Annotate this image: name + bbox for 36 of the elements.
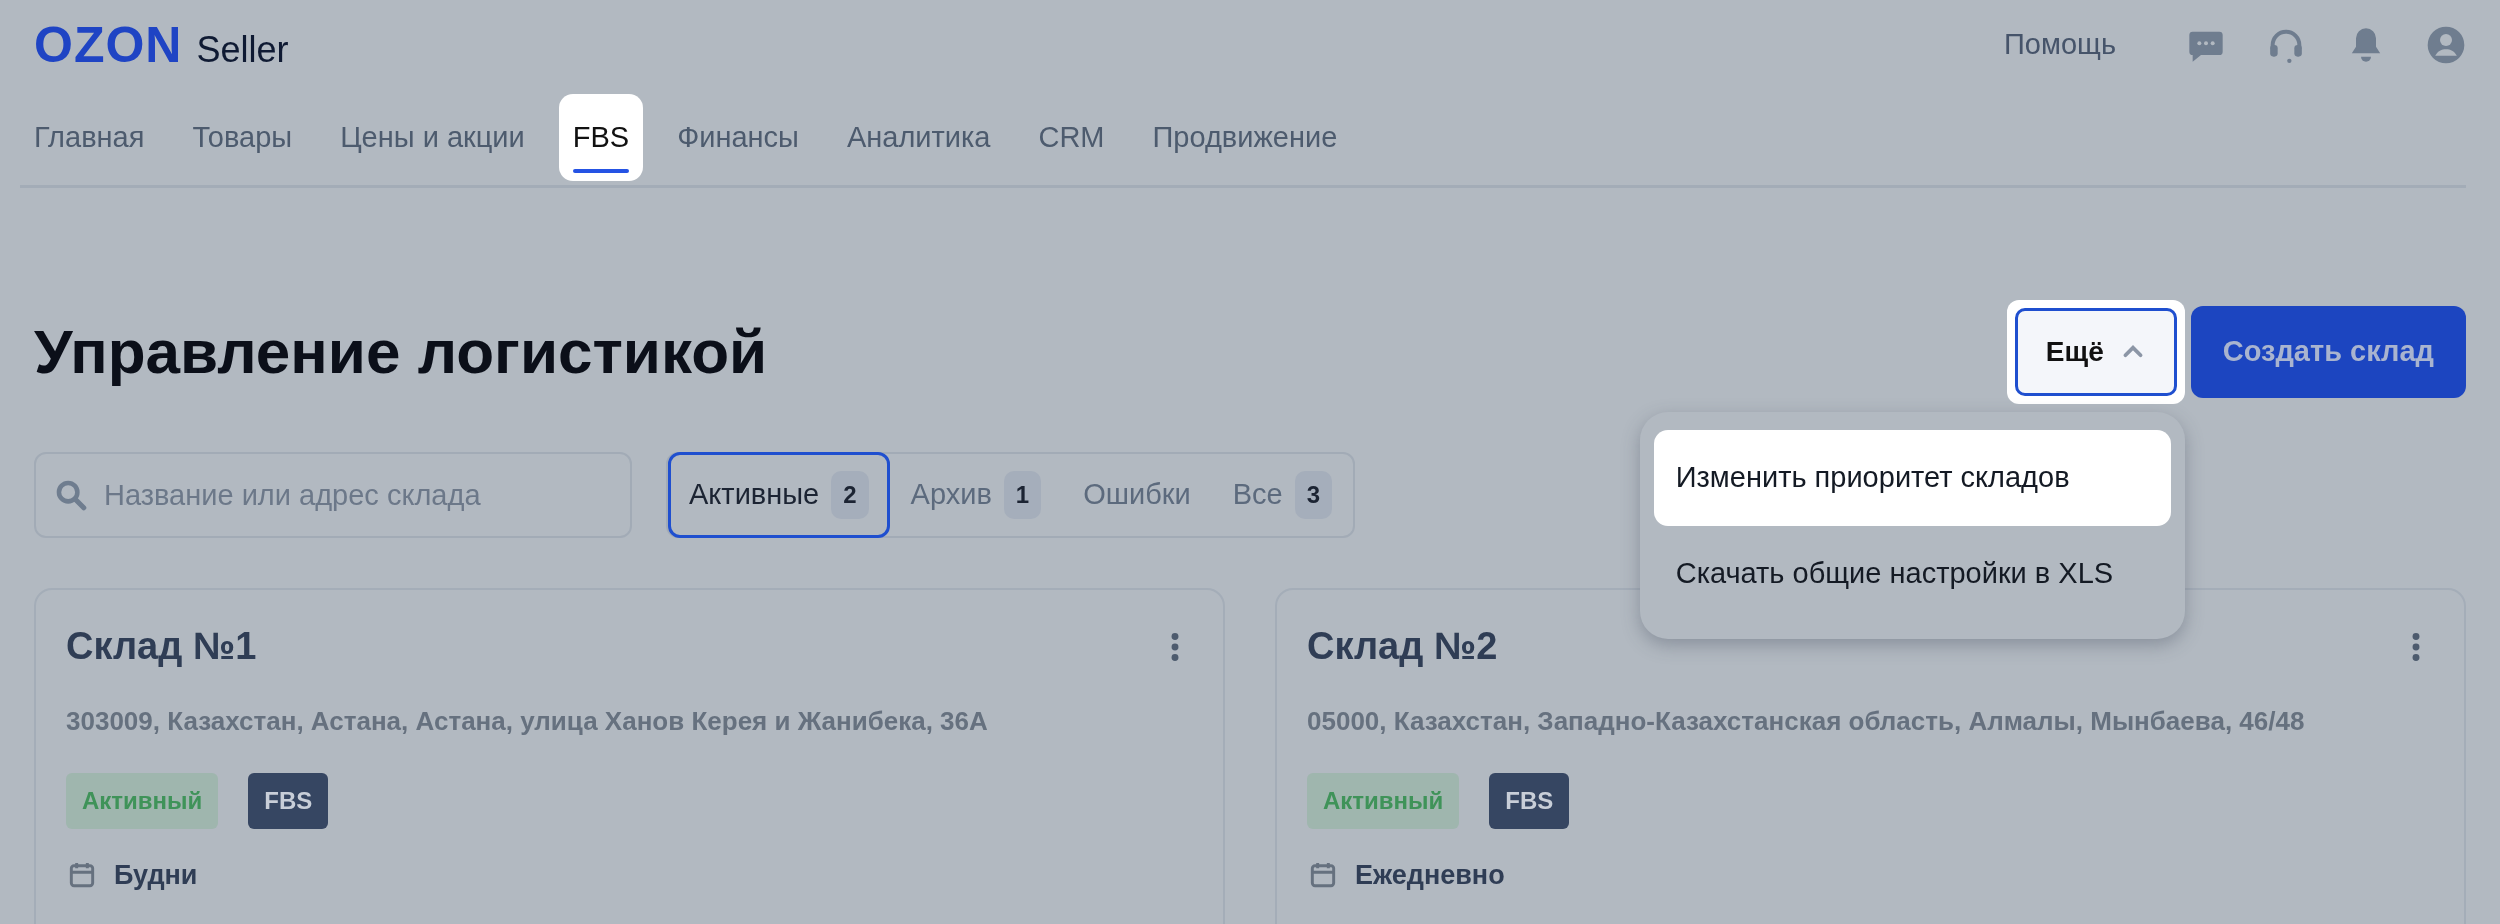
count-badge: 3 [1294,471,1333,519]
nav-tab[interactable]: Цены и акции [326,93,539,182]
logo[interactable]: OZON [34,7,183,83]
menu-item[interactable]: Изменить приоритет складов [1653,430,2171,526]
nav-tab[interactable]: Аналитика [832,93,1005,182]
nav-tab[interactable]: Финансы [663,93,813,182]
type-label: FBS [248,772,329,829]
filter-tab[interactable]: Активные 2 [668,452,890,538]
schedule-text: Будни [114,858,198,892]
count-badge: 2 [831,471,869,519]
menu-item[interactable]: Скачать общие настройки в XLS [1653,525,2171,621]
filter-tab[interactable]: Архив 1 [889,452,1063,538]
create-warehouse-button[interactable]: Создать склад [2190,306,2466,398]
search-field[interactable]: Название или адрес склада [34,452,632,538]
warehouse-name: Склад №1 [66,624,257,669]
schedule-text: Ежедневно [1355,858,1505,892]
page-title: Управление логистикой [34,315,768,388]
filter-tab[interactable]: Все 3 [1211,452,1354,538]
search-icon [54,478,88,512]
nav-tab[interactable]: Товары [178,93,307,182]
nav-tab[interactable]: FBS [558,93,644,182]
warehouse-address: 05000, Казахстан, Западно-Казахстанская область, Алмалы, Мынбаева, 46/48 [1307,704,2306,738]
warehouse-name: Склад №2 [1307,624,1498,669]
type-label: FBS [1489,772,1570,829]
help-link[interactable]: Помощь [2004,23,2116,67]
more-button[interactable]: Ещё [2014,308,2177,396]
count-badge: 1 [1003,471,1042,519]
user-icon[interactable] [2426,25,2466,65]
nav-tab[interactable]: Продвижение [1138,93,1352,182]
status-label: Активный [66,772,219,829]
logo-suffix: Seller [196,27,289,72]
warehouse-address: 303009, Казахстан, Астана, Астана, улица Ханов Керея и Жанибека, 36А [66,704,989,738]
nav-tab[interactable]: Главная [20,93,159,182]
filter-tab[interactable]: Ошибки [1062,452,1212,538]
status-label: Активный [1307,772,1460,829]
nav-tab[interactable]: CRM [1024,93,1119,182]
